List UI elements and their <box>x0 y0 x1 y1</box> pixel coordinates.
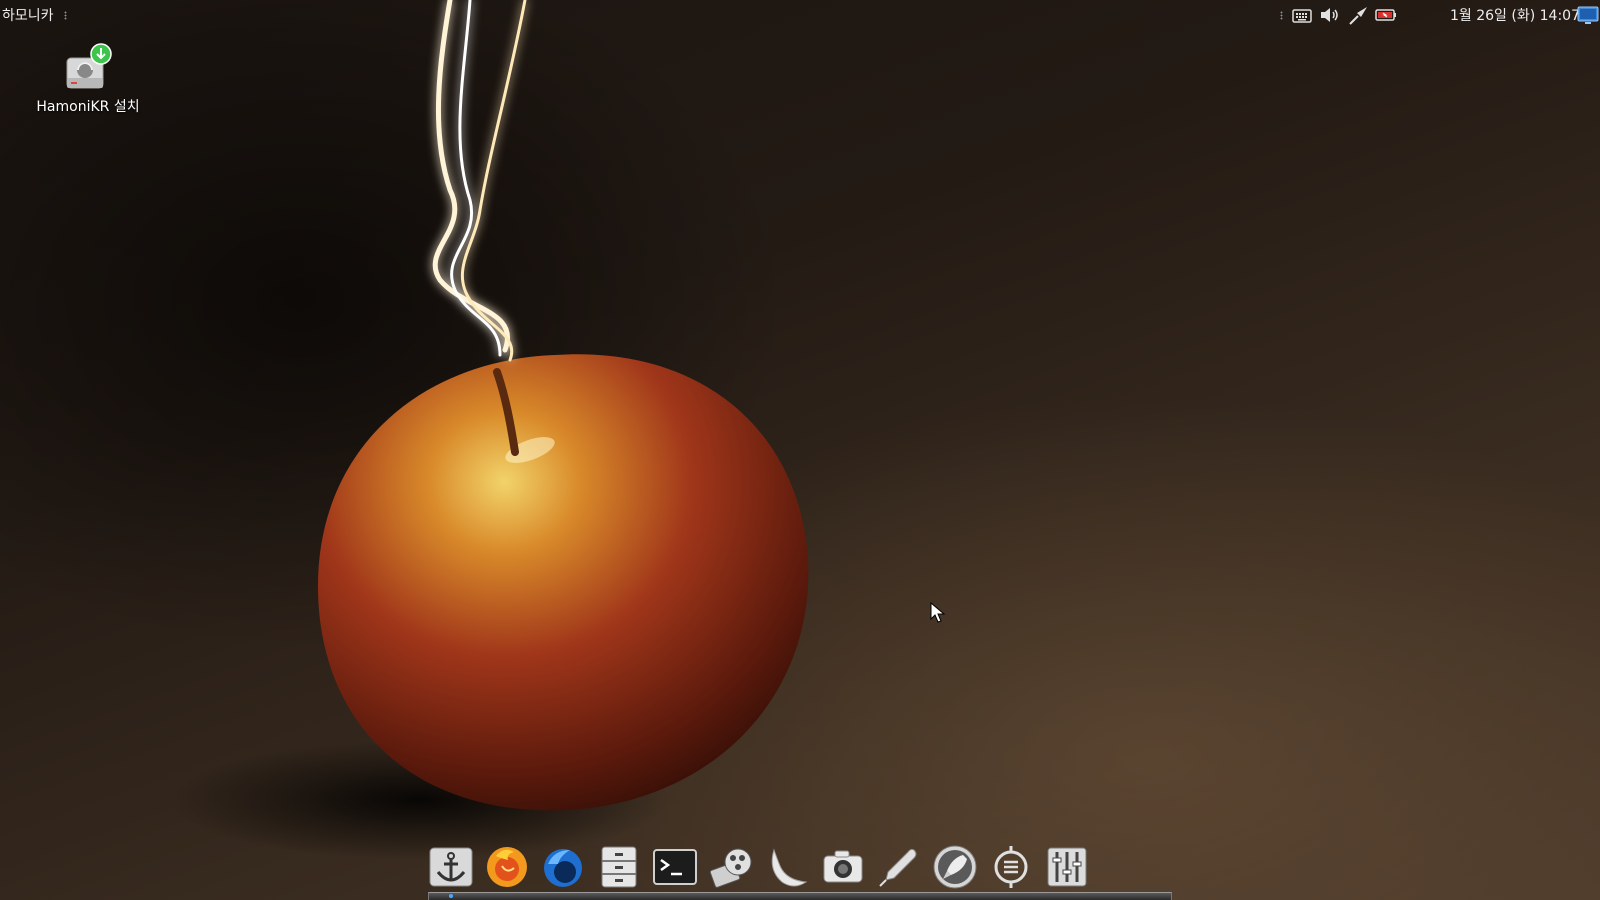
show-desktop-icon[interactable] <box>1577 4 1599 26</box>
pen-icon[interactable] <box>876 844 922 890</box>
dock-bar <box>428 892 1172 900</box>
dock <box>428 838 1172 900</box>
panel-grip-icon[interactable] <box>64 11 67 20</box>
firefox-icon[interactable] <box>484 844 530 890</box>
file-manager-icon[interactable] <box>596 844 642 890</box>
installer-icon <box>61 40 115 94</box>
anchor-icon[interactable] <box>428 844 474 890</box>
battery-icon[interactable] <box>1374 4 1398 26</box>
keyboard-icon[interactable] <box>1290 4 1314 26</box>
desktop-icon-label: HamoniKR 설치 <box>36 99 140 115</box>
dock-running-indicator <box>449 894 453 898</box>
media-icon[interactable] <box>708 844 754 890</box>
settings-icon[interactable] <box>1044 844 1090 890</box>
synaptic-icon[interactable] <box>988 844 1034 890</box>
mouse-cursor-icon <box>930 602 946 623</box>
rocket-icon[interactable] <box>932 844 978 890</box>
network-cable-icon[interactable] <box>1346 4 1370 26</box>
camera-icon[interactable] <box>820 844 866 890</box>
thunderbird-icon[interactable] <box>540 844 586 890</box>
volume-icon[interactable] <box>1318 4 1342 26</box>
desktop[interactable]: 하모니카 1월 26일 (화) 14:07 HamoniKR 설치 <box>0 0 1600 900</box>
wallpaper <box>170 0 809 860</box>
top-panel: 하모니카 1월 26일 (화) 14:07 <box>0 0 1600 30</box>
desktop-icon-installer[interactable]: HamoniKR 설치 <box>30 40 146 116</box>
tray-grip-icon[interactable] <box>1280 11 1283 20</box>
app-menu-button[interactable]: 하모니카 <box>2 5 54 25</box>
moon-icon[interactable] <box>764 844 810 890</box>
panel-clock[interactable]: 1월 26일 (화) 14:07 <box>1450 5 1580 25</box>
terminal-icon[interactable] <box>652 844 698 890</box>
